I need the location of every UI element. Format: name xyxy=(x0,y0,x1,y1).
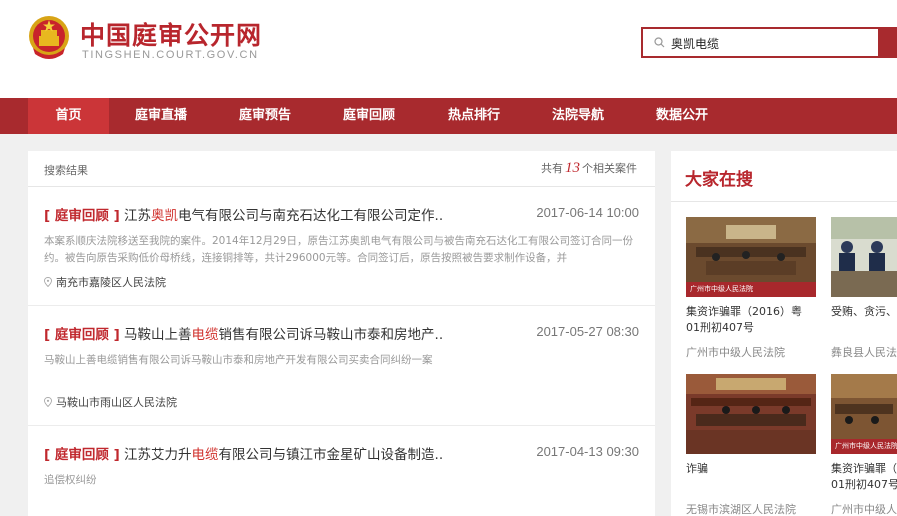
title-highlight[interactable]: 奥凯 xyxy=(151,208,178,224)
nav-open-data[interactable]: 数据公开 xyxy=(639,98,725,134)
search-results-panel: 搜索结果 共有 13 个相关案件 [ 庭审回顾 ] 江苏奥凯电气有限公司与南充石达化… xyxy=(28,151,655,516)
video-court: 彝良县人民法 xyxy=(831,346,897,359)
result-date: 2017-04-13 09:30 xyxy=(536,444,639,459)
video-court: 无锡市滨湖区人民法院 xyxy=(686,503,796,516)
result-description: 马鞍山上善电缆销售有限公司诉马鞍山市泰和房地产开发有限公司买卖合同纠纷一案 xyxy=(44,354,433,366)
main-nav: 首页 庭审直播 庭审预告 庭审回顾 热点排行 法院导航 数据公开 xyxy=(0,98,897,134)
video-thumbnail[interactable]: 广州市中级人民法院 xyxy=(831,374,897,454)
nav-live[interactable]: 庭审直播 xyxy=(118,98,204,134)
nav-review[interactable]: 庭审回顾 xyxy=(326,98,412,134)
count-suffix: 个相关案件 xyxy=(582,162,637,175)
result-description: 本案系顺庆法院移送至我院的案件。2014年12月29日，原告江苏奥凯电气有限公司… xyxy=(44,235,633,264)
court-name[interactable]: 马鞍山市雨山区人民法院 xyxy=(56,396,177,409)
results-header: 搜索结果 共有 13 个相关案件 xyxy=(28,151,655,187)
nav-home[interactable]: 首页 xyxy=(28,98,109,134)
caption-line[interactable]: 受贿、贪污、 xyxy=(831,304,897,320)
video-thumbnail[interactable]: 广州市中级人民法院 xyxy=(686,217,816,297)
result-date: 2017-05-27 08:30 xyxy=(536,324,639,339)
result-item: [ 庭审回顾 ] 江苏奥凯电气有限公司与南充石达化工有限公司定作.. 2017-… xyxy=(28,187,655,306)
site-header: 中国庭审公开网 TINGSHEN.COURT.GOV.CN xyxy=(0,0,897,98)
caption-line[interactable]: 01刑初407号 xyxy=(686,320,821,336)
title-text[interactable]: 销售有限公司诉马鞍山市泰和房地产.. xyxy=(219,327,444,343)
result-title[interactable]: [ 庭审回顾 ] 江苏奥凯电气有限公司与南充石达化工有限公司定作.. xyxy=(44,204,443,224)
video-thumbnail[interactable] xyxy=(831,217,897,297)
result-court[interactable]: 南充市嘉陵区人民法院 xyxy=(44,274,166,290)
title-highlight[interactable]: 电缆 xyxy=(192,447,219,463)
courtroom-thumbnail-image xyxy=(686,374,816,454)
sidebar-title: 大家在搜 xyxy=(685,170,753,190)
caption-line[interactable]: 集资诈骗罪（ xyxy=(831,461,897,477)
national-emblem-logo[interactable] xyxy=(27,14,71,62)
caption-line[interactable]: 诈骗 xyxy=(686,461,821,477)
result-tag[interactable]: [ 庭审回顾 ] xyxy=(44,447,120,463)
caption-line[interactable]: 集资诈骗罪（2016）粤 xyxy=(686,304,821,320)
title-text[interactable]: 电气有限公司与南充石达化工有限公司定作.. xyxy=(178,208,443,224)
popular-searches-sidebar: 大家在搜 广州市中级人民法院 集资诈骗罪（2016）粤 01刑初407号 广州市… xyxy=(671,151,897,516)
thumbnail-caption-band: 广州市中级人民法院 xyxy=(686,282,816,297)
video-court: 广州市中级人民法院 xyxy=(686,346,785,359)
title-text[interactable]: 江苏艾力升 xyxy=(124,447,192,463)
video-caption[interactable]: 集资诈骗罪（ 01刑初407号 xyxy=(831,461,897,493)
result-date: 2017-06-14 10:00 xyxy=(536,205,639,220)
title-text[interactable]: 江苏 xyxy=(124,208,151,224)
result-tag[interactable]: [ 庭审回顾 ] xyxy=(44,208,120,224)
video-court: 广州市中级人 xyxy=(831,503,897,516)
result-title[interactable]: [ 庭审回顾 ] 马鞍山上善电缆销售有限公司诉马鞍山市泰和房地产.. xyxy=(44,323,443,343)
court-name[interactable]: 南充市嘉陵区人民法院 xyxy=(56,276,166,289)
caption-line[interactable]: 01刑初407号 xyxy=(831,477,897,493)
title-text[interactable]: 有限公司与镇江市金星矿山设备制造.. xyxy=(219,447,444,463)
result-item: [ 庭审回顾 ] 马鞍山上善电缆销售有限公司诉马鞍山市泰和房地产.. 2017-… xyxy=(28,306,655,426)
divider xyxy=(671,201,897,202)
video-caption[interactable]: 诈骗 xyxy=(686,461,821,477)
result-tag[interactable]: [ 庭审回顾 ] xyxy=(44,327,120,343)
nav-court-guide[interactable]: 法院导航 xyxy=(535,98,621,134)
search-box xyxy=(641,27,881,58)
video-caption[interactable]: 集资诈骗罪（2016）粤 01刑初407号 xyxy=(686,304,821,336)
search-input[interactable] xyxy=(671,33,876,53)
title-highlight[interactable]: 电缆 xyxy=(192,327,219,343)
title-text[interactable]: 马鞍山上善 xyxy=(124,327,192,343)
nav-preview[interactable]: 庭审预告 xyxy=(222,98,308,134)
result-item: [ 庭审回顾 ] 江苏艾力升电缆有限公司与镇江市金星矿山设备制造.. 2017-… xyxy=(28,426,655,516)
results-title: 搜索结果 xyxy=(44,164,88,177)
count-number: 13 xyxy=(565,160,580,176)
site-domain: TINGSHEN.COURT.GOV.CN xyxy=(82,49,259,61)
video-caption[interactable]: 受贿、贪污、 xyxy=(831,304,897,320)
nav-ranking[interactable]: 热点排行 xyxy=(431,98,517,134)
location-pin-icon xyxy=(44,397,52,407)
thumbnail-caption-band: 广州市中级人民法院 xyxy=(831,439,897,454)
location-pin-icon xyxy=(44,277,52,287)
courtroom-thumbnail-image xyxy=(831,217,897,297)
result-title[interactable]: [ 庭审回顾 ] 江苏艾力升电缆有限公司与镇江市金星矿山设备制造.. xyxy=(44,443,443,463)
site-name[interactable]: 中国庭审公开网 xyxy=(80,16,262,52)
search-button[interactable] xyxy=(878,27,897,58)
video-thumbnail[interactable] xyxy=(686,374,816,454)
result-description: 追偿权纠纷 xyxy=(44,474,97,486)
results-count: 共有 13 个相关案件 xyxy=(541,160,637,177)
count-prefix: 共有 xyxy=(541,162,563,175)
search-icon xyxy=(654,37,665,48)
result-court[interactable]: 马鞍山市雨山区人民法院 xyxy=(44,394,177,410)
